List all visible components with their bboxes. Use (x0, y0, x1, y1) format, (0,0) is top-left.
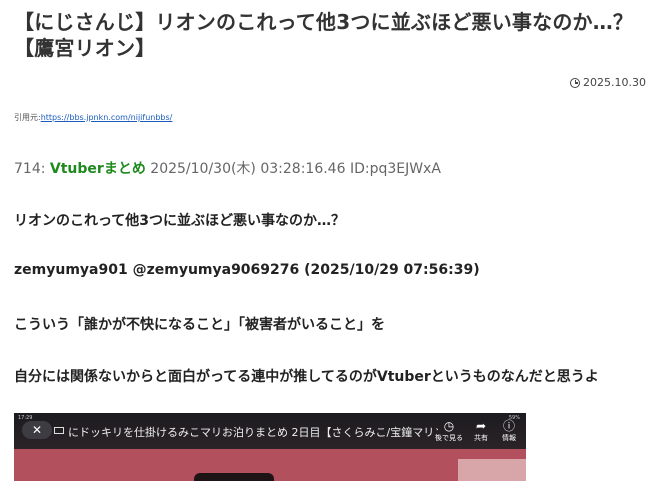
share-label: 共有 (474, 434, 488, 442)
source-label: 引用元: (14, 113, 41, 122)
pip-icon[interactable] (54, 427, 64, 434)
info-button[interactable]: ⓘ 情報 (494, 419, 524, 443)
info-icon: ⓘ (502, 419, 515, 433)
post-body-line-1: リオンのこれって他3つに並ぶほど悪い事なのか…？ (14, 213, 346, 229)
share-button[interactable]: ➦ 共有 (466, 419, 496, 443)
close-button[interactable]: ✕ (22, 421, 52, 439)
clock-icon (570, 77, 581, 88)
source-citation: 引用元:https://bbs.jpnkn.com/nijifunbbs/ (14, 112, 172, 123)
date-text: 2025.10.30 (583, 76, 646, 89)
post-body-line-4: 自分には関係ないからと面白がってる連中が推してるのがVtuberというものなんだ… (14, 369, 599, 385)
article-title-line-2: 【鷹宮リオン】 (14, 36, 156, 60)
share-icon: ➦ (475, 419, 487, 433)
source-link[interactable]: https://bbs.jpnkn.com/nijifunbbs/ (41, 113, 173, 122)
close-icon: ✕ (31, 423, 43, 437)
post-body-line-2: zemyumya901 @zemyumya9069276 (2025/10/29… (14, 262, 480, 278)
video-thumbnail (14, 449, 526, 481)
article-title-line-1: 【にじさんじ】リオンのこれって他3つに並ぶほど悪い事なのか…？ (14, 10, 634, 34)
watch-later-label: 後で見る (435, 434, 463, 442)
clock-icon: ◷ (443, 419, 455, 433)
article-date: 2025.10.30 (570, 76, 646, 89)
watch-later-button[interactable]: ◷ 後で見る (434, 419, 464, 443)
info-label: 情報 (502, 434, 516, 442)
post-body-line-3: こういう「誰かが不快になること」「被害者がいること」を (14, 317, 385, 333)
post-number: 714: (14, 161, 46, 177)
post-author-name: Vtuberまとめ (49, 161, 146, 177)
post-header: 714: Vtuberまとめ 2025/10/30(木) 03:28:16.46… (14, 158, 441, 178)
article-title: 【にじさんじ】リオンのこれって他3つに並ぶほど悪い事なのか…？ 【鷹宮リオン】 (14, 9, 664, 61)
embedded-video[interactable]: 17:29 59% ✕ にドッキリを仕掛けるみこマリお泊りまとめ 2日目【さくら… (14, 413, 526, 481)
post-meta: 2025/10/30(木) 03:28:16.46 ID:pq3EJWxA (150, 161, 441, 177)
video-title[interactable]: にドッキリを仕掛けるみこマリお泊りまとめ 2日目【さくらみこ/宝鐘マリン/... (68, 424, 438, 440)
